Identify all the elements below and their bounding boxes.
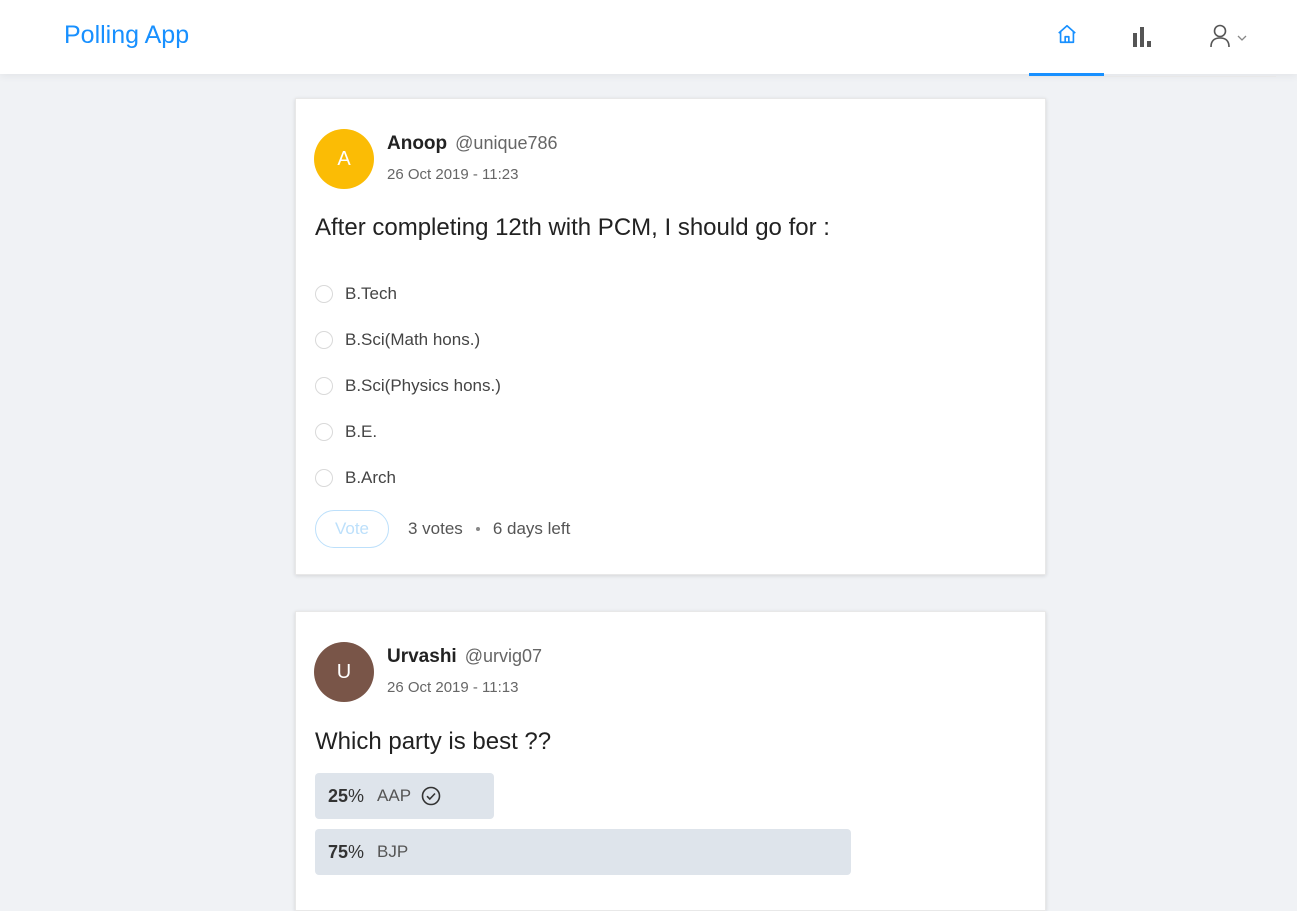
avatar-letter: A: [337, 147, 351, 170]
result-percent: 25: [328, 785, 349, 806]
choice-option[interactable]: B.Arch: [315, 455, 501, 501]
radio-button[interactable]: [315, 377, 333, 395]
time-left: 6 days left: [492, 519, 571, 538]
result-bar: 75% BJP: [315, 829, 851, 875]
nav-new-poll[interactable]: [1104, 0, 1179, 76]
nav-home[interactable]: [1029, 0, 1104, 76]
choice-label: B.Sci(Math hons.): [345, 330, 481, 349]
choice-label: B.Arch: [345, 468, 397, 487]
bar-chart-icon: [1130, 24, 1154, 53]
author-info: Anoop @unique786: [387, 133, 558, 155]
avatar[interactable]: A: [314, 129, 374, 189]
user-icon: [1209, 24, 1231, 53]
author-name[interactable]: Urvashi: [387, 646, 457, 667]
poll-question: After completing 12th with PCM, I should…: [315, 214, 830, 241]
author-handle[interactable]: @urvig07: [465, 646, 542, 666]
avatar[interactable]: U: [314, 642, 374, 702]
poll-date: 26 Oct 2019 - 11:13: [387, 679, 519, 696]
author-handle[interactable]: @unique786: [455, 133, 557, 153]
poll-card: A Anoop @unique786 26 Oct 2019 - 11:23 Af…: [295, 98, 1046, 575]
result-bar: 25% AAP: [315, 773, 494, 819]
vote-count: 3 votes: [408, 519, 463, 538]
radio-button[interactable]: [315, 331, 333, 349]
choice-label: B.E.: [345, 422, 378, 441]
result-percent: 75: [328, 841, 349, 862]
app-title[interactable]: Polling App: [64, 18, 189, 52]
vote-button[interactable]: Vote: [315, 510, 389, 548]
result-list: 25% AAP 75% BJP: [315, 773, 851, 885]
nav-profile-dropdown[interactable]: [1179, 0, 1276, 76]
separator-dot: [475, 527, 480, 531]
radio-button[interactable]: [315, 469, 333, 487]
choice-label: B.Sci(Physics hons.): [345, 376, 501, 395]
choice-list: B.Tech B.Sci(Math hons.) B.Sci(Physics h…: [315, 271, 501, 501]
choice-option[interactable]: B.Sci(Math hons.): [315, 317, 501, 363]
poll-date: 26 Oct 2019 - 11:23: [387, 166, 519, 183]
result-label: AAP: [377, 786, 412, 805]
result-label: BJP: [377, 842, 409, 861]
check-circle-icon: [421, 786, 441, 806]
author-name[interactable]: Anoop: [387, 133, 447, 154]
percent-sign: %: [348, 785, 365, 806]
choice-option[interactable]: B.Sci(Physics hons.): [315, 363, 501, 409]
radio-button[interactable]: [315, 423, 333, 441]
poll-footer: Vote 3 votes 6 days left: [315, 510, 570, 548]
author-info: Urvashi @urvig07: [387, 646, 542, 668]
radio-button[interactable]: [315, 285, 333, 303]
nav-menu: [1029, 0, 1276, 77]
percent-sign: %: [348, 841, 365, 862]
choice-option[interactable]: B.Tech: [315, 271, 501, 317]
avatar-letter: U: [336, 660, 352, 683]
choice-option[interactable]: B.E.: [315, 409, 501, 455]
poll-card: U Urvashi @urvig07 26 Oct 2019 - 11:13 Wh…: [295, 611, 1046, 911]
home-icon: [1056, 23, 1078, 50]
poll-question: Which party is best ??: [315, 728, 552, 755]
chevron-down-icon: [1237, 29, 1247, 47]
choice-label: B.Tech: [345, 284, 397, 303]
app-header: Polling App: [0, 0, 1297, 77]
